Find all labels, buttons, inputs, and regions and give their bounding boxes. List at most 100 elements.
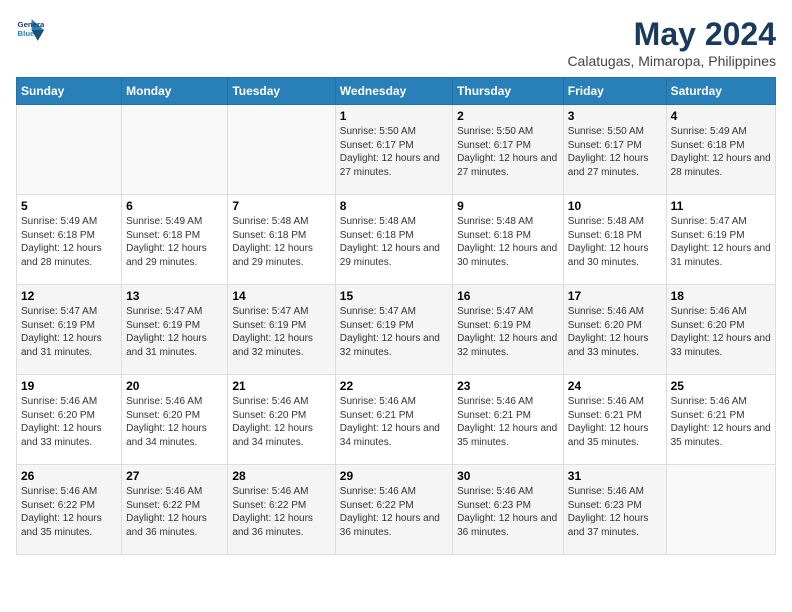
day-number: 10 <box>568 199 662 213</box>
day-cell <box>17 105 122 195</box>
header-tuesday: Tuesday <box>228 78 335 105</box>
header-sunday: Sunday <box>17 78 122 105</box>
day-number: 31 <box>568 469 662 483</box>
day-cell: 31 Sunrise: 5:46 AM Sunset: 6:23 PM Dayl… <box>563 465 666 555</box>
header-wednesday: Wednesday <box>335 78 452 105</box>
day-number: 21 <box>232 379 330 393</box>
cell-content: Sunrise: 5:49 AM Sunset: 6:18 PM Dayligh… <box>671 125 771 179</box>
day-cell: 7 Sunrise: 5:48 AM Sunset: 6:18 PM Dayli… <box>228 195 335 285</box>
cell-content: Sunrise: 5:47 AM Sunset: 6:19 PM Dayligh… <box>457 305 559 359</box>
day-cell: 28 Sunrise: 5:46 AM Sunset: 6:22 PM Dayl… <box>228 465 335 555</box>
day-number: 15 <box>340 289 448 303</box>
cell-content: Sunrise: 5:46 AM Sunset: 6:22 PM Dayligh… <box>340 485 448 539</box>
day-cell: 15 Sunrise: 5:47 AM Sunset: 6:19 PM Dayl… <box>335 285 452 375</box>
subtitle: Calatugas, Mimaropa, Philippines <box>567 53 776 69</box>
main-title: May 2024 <box>567 16 776 53</box>
cell-content: Sunrise: 5:46 AM Sunset: 6:21 PM Dayligh… <box>671 395 771 449</box>
cell-content: Sunrise: 5:48 AM Sunset: 6:18 PM Dayligh… <box>232 215 330 269</box>
day-number: 5 <box>21 199 117 213</box>
cell-content: Sunrise: 5:49 AM Sunset: 6:18 PM Dayligh… <box>21 215 117 269</box>
day-number: 29 <box>340 469 448 483</box>
cell-content: Sunrise: 5:48 AM Sunset: 6:18 PM Dayligh… <box>568 215 662 269</box>
day-number: 16 <box>457 289 559 303</box>
week-row-5: 26 Sunrise: 5:46 AM Sunset: 6:22 PM Dayl… <box>17 465 776 555</box>
svg-text:General: General <box>18 20 44 29</box>
day-cell: 3 Sunrise: 5:50 AM Sunset: 6:17 PM Dayli… <box>563 105 666 195</box>
day-cell: 1 Sunrise: 5:50 AM Sunset: 6:17 PM Dayli… <box>335 105 452 195</box>
week-row-4: 19 Sunrise: 5:46 AM Sunset: 6:20 PM Dayl… <box>17 375 776 465</box>
day-cell: 29 Sunrise: 5:46 AM Sunset: 6:22 PM Dayl… <box>335 465 452 555</box>
title-block: May 2024 Calatugas, Mimaropa, Philippine… <box>567 16 776 69</box>
day-number: 28 <box>232 469 330 483</box>
day-cell: 6 Sunrise: 5:49 AM Sunset: 6:18 PM Dayli… <box>122 195 228 285</box>
day-number: 12 <box>21 289 117 303</box>
cell-content: Sunrise: 5:47 AM Sunset: 6:19 PM Dayligh… <box>340 305 448 359</box>
day-number: 9 <box>457 199 559 213</box>
cell-content: Sunrise: 5:50 AM Sunset: 6:17 PM Dayligh… <box>568 125 662 179</box>
cell-content: Sunrise: 5:47 AM Sunset: 6:19 PM Dayligh… <box>232 305 330 359</box>
cell-content: Sunrise: 5:49 AM Sunset: 6:18 PM Dayligh… <box>126 215 223 269</box>
day-number: 22 <box>340 379 448 393</box>
day-cell: 16 Sunrise: 5:47 AM Sunset: 6:19 PM Dayl… <box>453 285 564 375</box>
cell-content: Sunrise: 5:46 AM Sunset: 6:23 PM Dayligh… <box>457 485 559 539</box>
week-row-1: 1 Sunrise: 5:50 AM Sunset: 6:17 PM Dayli… <box>17 105 776 195</box>
day-number: 14 <box>232 289 330 303</box>
day-cell: 25 Sunrise: 5:46 AM Sunset: 6:21 PM Dayl… <box>666 375 775 465</box>
header-monday: Monday <box>122 78 228 105</box>
cell-content: Sunrise: 5:48 AM Sunset: 6:18 PM Dayligh… <box>457 215 559 269</box>
day-number: 11 <box>671 199 771 213</box>
day-cell <box>122 105 228 195</box>
day-number: 13 <box>126 289 223 303</box>
day-number: 27 <box>126 469 223 483</box>
day-number: 19 <box>21 379 117 393</box>
day-cell: 24 Sunrise: 5:46 AM Sunset: 6:21 PM Dayl… <box>563 375 666 465</box>
day-cell: 18 Sunrise: 5:46 AM Sunset: 6:20 PM Dayl… <box>666 285 775 375</box>
cell-content: Sunrise: 5:46 AM Sunset: 6:22 PM Dayligh… <box>21 485 117 539</box>
day-number: 3 <box>568 109 662 123</box>
cell-content: Sunrise: 5:50 AM Sunset: 6:17 PM Dayligh… <box>340 125 448 179</box>
day-number: 20 <box>126 379 223 393</box>
logo-icon: General Blue <box>16 16 44 44</box>
day-number: 25 <box>671 379 771 393</box>
day-cell: 27 Sunrise: 5:46 AM Sunset: 6:22 PM Dayl… <box>122 465 228 555</box>
header-row: SundayMondayTuesdayWednesdayThursdayFrid… <box>17 78 776 105</box>
day-cell: 2 Sunrise: 5:50 AM Sunset: 6:17 PM Dayli… <box>453 105 564 195</box>
day-cell: 21 Sunrise: 5:46 AM Sunset: 6:20 PM Dayl… <box>228 375 335 465</box>
day-number: 6 <box>126 199 223 213</box>
day-cell: 22 Sunrise: 5:46 AM Sunset: 6:21 PM Dayl… <box>335 375 452 465</box>
day-number: 24 <box>568 379 662 393</box>
day-cell: 4 Sunrise: 5:49 AM Sunset: 6:18 PM Dayli… <box>666 105 775 195</box>
day-cell <box>666 465 775 555</box>
cell-content: Sunrise: 5:46 AM Sunset: 6:21 PM Dayligh… <box>568 395 662 449</box>
week-row-3: 12 Sunrise: 5:47 AM Sunset: 6:19 PM Dayl… <box>17 285 776 375</box>
header-thursday: Thursday <box>453 78 564 105</box>
day-cell: 30 Sunrise: 5:46 AM Sunset: 6:23 PM Dayl… <box>453 465 564 555</box>
cell-content: Sunrise: 5:47 AM Sunset: 6:19 PM Dayligh… <box>126 305 223 359</box>
header-friday: Friday <box>563 78 666 105</box>
cell-content: Sunrise: 5:50 AM Sunset: 6:17 PM Dayligh… <box>457 125 559 179</box>
cell-content: Sunrise: 5:47 AM Sunset: 6:19 PM Dayligh… <box>21 305 117 359</box>
cell-content: Sunrise: 5:46 AM Sunset: 6:22 PM Dayligh… <box>126 485 223 539</box>
day-number: 23 <box>457 379 559 393</box>
cell-content: Sunrise: 5:46 AM Sunset: 6:20 PM Dayligh… <box>126 395 223 449</box>
day-cell: 26 Sunrise: 5:46 AM Sunset: 6:22 PM Dayl… <box>17 465 122 555</box>
cell-content: Sunrise: 5:46 AM Sunset: 6:20 PM Dayligh… <box>671 305 771 359</box>
cell-content: Sunrise: 5:46 AM Sunset: 6:23 PM Dayligh… <box>568 485 662 539</box>
week-row-2: 5 Sunrise: 5:49 AM Sunset: 6:18 PM Dayli… <box>17 195 776 285</box>
day-cell <box>228 105 335 195</box>
logo: General Blue <box>16 16 44 44</box>
page-header: General Blue May 2024 Calatugas, Mimarop… <box>16 16 776 69</box>
day-number: 18 <box>671 289 771 303</box>
day-number: 8 <box>340 199 448 213</box>
cell-content: Sunrise: 5:46 AM Sunset: 6:22 PM Dayligh… <box>232 485 330 539</box>
day-cell: 8 Sunrise: 5:48 AM Sunset: 6:18 PM Dayli… <box>335 195 452 285</box>
day-cell: 14 Sunrise: 5:47 AM Sunset: 6:19 PM Dayl… <box>228 285 335 375</box>
day-number: 30 <box>457 469 559 483</box>
header-saturday: Saturday <box>666 78 775 105</box>
cell-content: Sunrise: 5:46 AM Sunset: 6:20 PM Dayligh… <box>21 395 117 449</box>
calendar-table: SundayMondayTuesdayWednesdayThursdayFrid… <box>16 77 776 555</box>
svg-text:Blue: Blue <box>18 29 36 38</box>
day-cell: 20 Sunrise: 5:46 AM Sunset: 6:20 PM Dayl… <box>122 375 228 465</box>
cell-content: Sunrise: 5:46 AM Sunset: 6:21 PM Dayligh… <box>340 395 448 449</box>
cell-content: Sunrise: 5:46 AM Sunset: 6:20 PM Dayligh… <box>568 305 662 359</box>
